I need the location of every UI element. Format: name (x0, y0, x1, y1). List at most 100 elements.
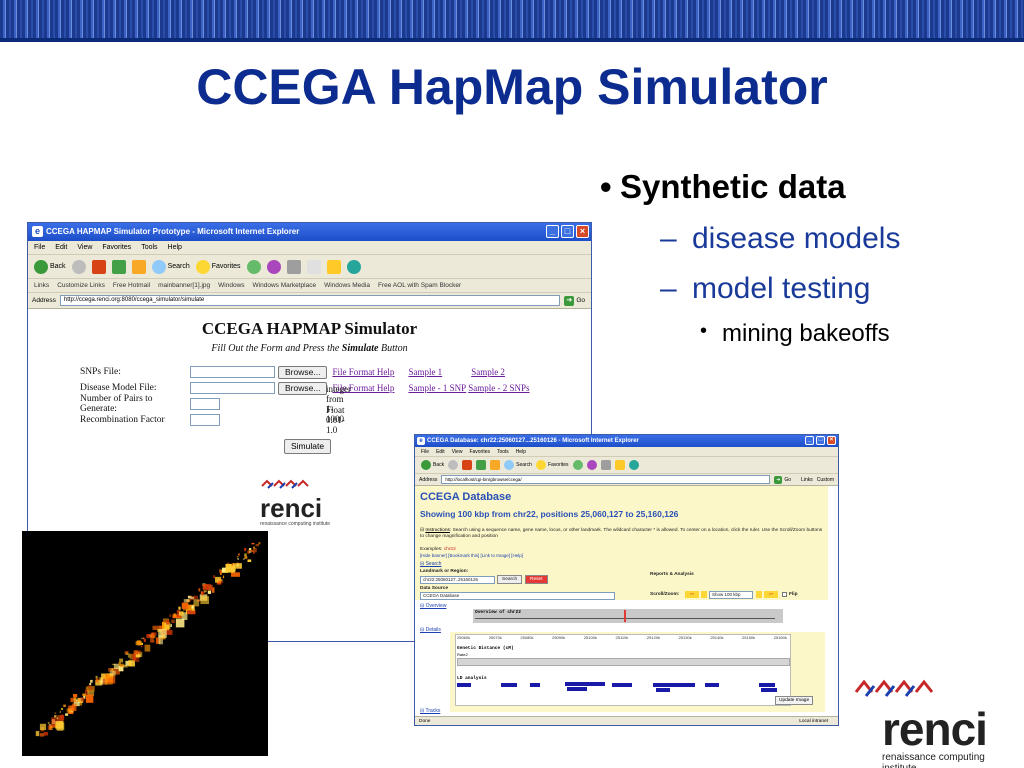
address-input[interactable]: http://localhost/cgi-bin/gbrowse/ccega/ (441, 475, 771, 484)
search-section-toggle[interactable]: ⊟ Search (420, 561, 441, 567)
back-button[interactable]: Back (34, 259, 66, 274)
back-button[interactable]: Back (421, 460, 444, 470)
ld-block (653, 683, 695, 687)
link-windows-media[interactable]: Windows Media (324, 279, 370, 292)
update-image-button[interactable]: Update Image (775, 696, 814, 705)
mail-button[interactable] (586, 460, 597, 470)
recombination-input[interactable] (190, 414, 220, 426)
heatmap-cell (237, 562, 240, 565)
messenger-button[interactable] (628, 460, 639, 470)
close-icon[interactable]: × (827, 436, 836, 445)
favorites-button[interactable]: Favorites (535, 460, 569, 470)
snps-browse-button[interactable]: Browse... (278, 365, 328, 379)
folder-button[interactable] (326, 259, 341, 274)
ld-block (705, 683, 719, 687)
search-button[interactable]: Search (151, 259, 190, 274)
go-arrow-icon: ➜ (564, 295, 575, 306)
menu-favorites[interactable]: Favorites (469, 447, 490, 456)
snps-file-format-help-link[interactable]: File Format Help (332, 367, 394, 377)
heatmap-cell (255, 544, 260, 547)
flip-checkbox[interactable] (782, 592, 787, 597)
refresh-button[interactable] (111, 259, 126, 274)
stop-button[interactable] (462, 460, 473, 470)
home-button[interactable] (490, 460, 501, 470)
sample-2-link[interactable]: Sample 2 (471, 367, 505, 377)
stop-button[interactable] (91, 259, 106, 274)
simulator-instructions: Fill Out the Form and Press the Simulate… (211, 343, 408, 354)
pairs-input[interactable] (190, 398, 220, 410)
menu-edit[interactable]: Edit (55, 241, 67, 254)
db-search-button[interactable]: Search (497, 575, 523, 584)
tracks-section-toggle[interactable]: ⊟ Tracks (420, 708, 440, 714)
favorites-button[interactable]: Favorites (195, 259, 241, 274)
pairs-row: Number of Pairs to Generate: integer fro… (80, 384, 351, 424)
details-section-toggle[interactable]: ⊟ Details (420, 627, 441, 633)
history-button[interactable] (246, 259, 261, 274)
link-windows[interactable]: Windows (218, 279, 244, 292)
close-icon[interactable]: × (576, 225, 589, 238)
link-mainbanner[interactable]: mainbanner[1].jpg (158, 279, 210, 292)
heatmap-cell (173, 613, 176, 617)
disease-model-input[interactable] (190, 382, 275, 394)
details-tracks[interactable] (455, 634, 791, 706)
forward-button[interactable] (448, 460, 459, 470)
data-source-select[interactable]: CCEGA Database (420, 592, 615, 600)
heatmap-cell (135, 654, 141, 658)
home-button[interactable] (131, 259, 146, 274)
maximize-icon[interactable]: □ (816, 436, 825, 445)
messenger-button[interactable] (346, 259, 361, 274)
link-custom[interactable]: Custom (817, 477, 838, 483)
menu-tools[interactable]: Tools (141, 241, 157, 254)
db-banner-links[interactable]: [Hide banner] [Bookmark this] [Link to I… (420, 553, 523, 558)
maximize-icon[interactable]: □ (561, 225, 574, 238)
zoom-in-icon[interactable] (756, 591, 762, 598)
mail-button[interactable] (266, 259, 281, 274)
landmark-input[interactable]: chr22:25060127..25160126 (420, 576, 495, 584)
status-text: Done (419, 719, 431, 724)
menu-tools[interactable]: Tools (497, 447, 509, 456)
link-windows-marketplace[interactable]: Windows Marketplace (253, 279, 317, 292)
link-free-aol[interactable]: Free AOL with Spam Blocker (378, 279, 461, 292)
menu-view[interactable]: View (452, 447, 463, 456)
scroll-right-icon[interactable]: >» (764, 591, 778, 598)
history-button[interactable] (572, 460, 583, 470)
go-button[interactable]: ➜ Go (564, 295, 591, 306)
menu-help[interactable]: Help (516, 447, 526, 456)
print-button[interactable] (600, 460, 611, 470)
scroll-left-icon[interactable]: «< (685, 591, 699, 598)
minimize-icon[interactable]: _ (546, 225, 559, 238)
tick-label: 25060k (457, 635, 471, 640)
sample-2-snps-link[interactable]: Sample - 2 SNPs (468, 383, 529, 393)
disease-browse-button[interactable]: Browse... (278, 381, 328, 395)
refresh-button[interactable] (476, 460, 487, 470)
sample-1-link[interactable]: Sample 1 (408, 367, 442, 377)
menu-help[interactable]: Help (168, 241, 182, 254)
example-chr22-link[interactable]: chr22 (444, 547, 456, 552)
heatmap-cell (89, 682, 92, 686)
link-customize-links[interactable]: Customize Links (57, 279, 105, 292)
instructions-toggle[interactable]: Instructions (425, 528, 450, 533)
edit-button[interactable] (306, 259, 321, 274)
menu-file[interactable]: File (34, 241, 45, 254)
simulate-button[interactable]: Simulate (284, 439, 332, 454)
db-reset-button[interactable]: Reset (525, 575, 548, 584)
go-button[interactable]: ➜ Go (774, 475, 797, 484)
folder-button[interactable] (614, 460, 625, 470)
forward-button[interactable] (71, 259, 86, 274)
link-free-hotmail[interactable]: Free Hotmail (113, 279, 150, 292)
menu-edit[interactable]: Edit (436, 447, 445, 456)
zoom-out-icon[interactable] (701, 591, 707, 598)
menu-view[interactable]: View (77, 241, 92, 254)
zoom-select[interactable]: Show 100 kbp (709, 591, 753, 599)
menu-file[interactable]: File (421, 447, 429, 456)
address-input[interactable]: http://ccega.renci.org:8080/ccega_simula… (59, 295, 561, 306)
minimize-icon[interactable]: _ (805, 436, 814, 445)
print-button[interactable] (286, 259, 301, 274)
heatmap-cell (250, 550, 254, 552)
menu-favorites[interactable]: Favorites (102, 241, 131, 254)
sample-1-snp-link[interactable]: Sample - 1 SNP (408, 383, 466, 393)
heatmap-cell (201, 591, 205, 595)
overview-section-toggle[interactable]: ⊟ Overview (420, 603, 446, 609)
search-button[interactable]: Search (504, 460, 532, 470)
snps-file-input[interactable] (190, 366, 275, 378)
